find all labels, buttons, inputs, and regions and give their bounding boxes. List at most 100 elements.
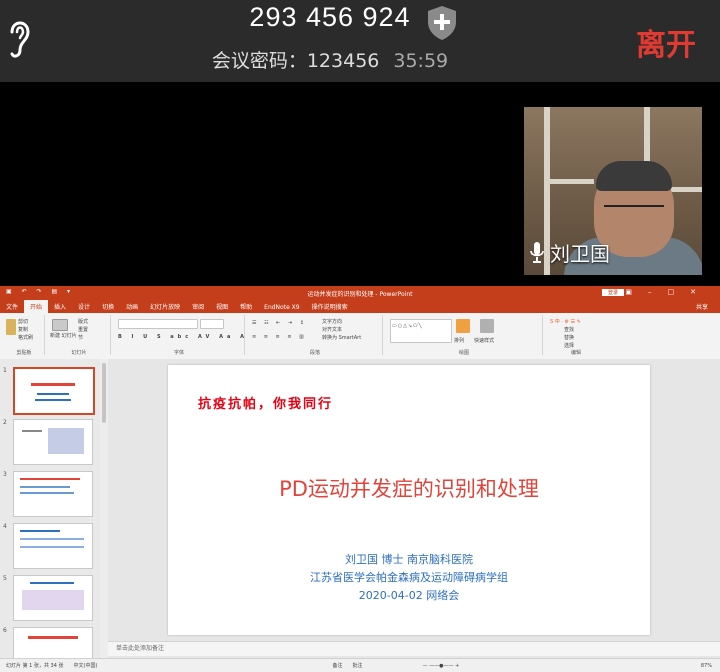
video-person-hair (596, 161, 672, 191)
meeting-timer: 35:59 (393, 50, 449, 72)
reset-button[interactable]: 重置 (78, 326, 88, 333)
copy-button[interactable]: 复制 (18, 326, 28, 333)
select-button[interactable]: 选择 (564, 342, 574, 349)
thumbnail-title-line (28, 636, 78, 639)
current-slide[interactable]: 抗疫抗帕，你我同行 PD运动并发症的识别和处理 刘卫国 博士 南京脑科医院 江苏… (168, 365, 650, 635)
slide-author-line: 刘卫国 博士 南京脑科医院 (345, 553, 473, 566)
tab-file[interactable]: 文件 (0, 300, 24, 313)
ppt-workarea: 1 2 3 4 5 6 抗疫抗帕，你我同行 PD运动并发症的识别和处理 刘卫国 … (0, 359, 720, 672)
thumbnail-number: 1 (3, 367, 7, 374)
thumbnail-title-line (30, 582, 74, 584)
quick-styles-icon[interactable] (480, 319, 494, 333)
thumbnail-number: 5 (3, 575, 7, 582)
video-shelf-board (544, 179, 594, 184)
group-label-clipboard: 剪贴板 (16, 350, 32, 356)
participant-video-tile[interactable]: 刘卫国 (524, 107, 702, 275)
paste-icon[interactable] (6, 319, 16, 335)
slide-slogan: 抗疫抗帕，你我同行 (198, 397, 334, 412)
ribbon-group-clipboard: 剪切 复制 格式刷 剪贴板 (4, 315, 45, 356)
tab-animations[interactable]: 动画 (120, 300, 144, 313)
microphone-icon (530, 241, 544, 263)
slide-title: PD运动并发症的识别和处理 (279, 477, 539, 501)
thumbnail-text-line (22, 430, 42, 432)
replace-button[interactable]: 替换 (564, 334, 574, 341)
list-buttons[interactable]: ☰ ☷ ⇤ ⇥ ↕ (252, 320, 307, 326)
ribbon-tabs: 文件 开始 插入 设计 切换 动画 幻灯片放映 审阅 视图 帮助 EndNote… (0, 300, 720, 313)
slide-thumbnail-pane: 1 2 3 4 5 6 (0, 359, 101, 672)
share-button[interactable]: 共享 (690, 300, 720, 313)
thumbnail-title-line (31, 383, 75, 386)
participant-name-tag: 刘卫国 (530, 238, 610, 267)
tell-me-search[interactable]: 操作说明搜索 (306, 300, 354, 313)
thumbnail-number: 4 (3, 523, 7, 530)
sogou-toolbar[interactable]: S 中 · ⚙ ☰ ✎ (550, 318, 581, 325)
meeting-password-row: 会议密码：123456 35:59 (0, 46, 660, 73)
section-button[interactable]: 节 (78, 334, 83, 341)
meeting-topbar: 293 456 924 会议密码：123456 35:59 离开 (0, 0, 720, 82)
tab-review[interactable]: 审阅 (186, 300, 210, 313)
tab-transitions[interactable]: 切换 (96, 300, 120, 313)
group-label-paragraph: 段落 (309, 350, 320, 356)
tab-home[interactable]: 开始 (24, 300, 49, 313)
notes-pane[interactable]: 单击此处添加备注 (108, 641, 720, 656)
shield-plus-icon[interactable] (425, 4, 459, 42)
group-label-editing: 编辑 (570, 350, 581, 356)
arrange-icon[interactable] (456, 319, 470, 333)
tab-view[interactable]: 视图 (210, 300, 234, 313)
font-size-select[interactable] (200, 319, 224, 329)
tab-insert[interactable]: 插入 (48, 300, 72, 313)
meeting-id-row: 293 456 924 (0, 2, 660, 33)
tab-endnote[interactable]: EndNote X9 (258, 302, 305, 313)
status-view-zoom[interactable]: 备注 批注 — ——●—— + 87% (333, 662, 712, 669)
powerpoint-window: ▣ ↶ ↷ ▤ ▾ 运动并发症的识别和处理 - PowerPoint 登录 ▣–… (0, 286, 720, 672)
group-label-slides: 幻灯片 (71, 350, 87, 356)
group-label-font: 字体 (173, 350, 184, 356)
arrange-button[interactable]: 排列 (454, 337, 464, 344)
format-painter-button[interactable]: 格式刷 (18, 334, 33, 341)
slide-thumbnail[interactable] (13, 575, 93, 621)
new-slide-icon[interactable] (52, 319, 68, 331)
ribbon-group-font: B I U S abc AV Aa A 字体 (114, 315, 248, 356)
group-label-drawing: 绘图 (458, 350, 469, 356)
thumbnail-text-line (20, 492, 74, 494)
tab-design[interactable]: 设计 (72, 300, 96, 313)
slide-thumbnail[interactable] (13, 523, 93, 569)
thumbnail-table-block (22, 590, 84, 610)
tab-help[interactable]: 帮助 (234, 300, 258, 313)
thumbnail-text-line (20, 546, 84, 548)
text-direction-button[interactable]: 文字方向 (322, 318, 342, 325)
video-person-glasses (604, 205, 664, 217)
cut-button[interactable]: 剪切 (18, 318, 28, 325)
layout-button[interactable]: 版式 (78, 318, 88, 325)
slide-thumbnail[interactable] (13, 419, 93, 465)
thumbnail-text-line (37, 393, 69, 395)
align-text-button[interactable]: 对齐文本 (322, 326, 342, 333)
tab-slideshow[interactable]: 幻灯片放映 (144, 300, 186, 313)
leave-button[interactable]: 离开 (636, 20, 696, 64)
thumbnail-number: 3 (3, 471, 7, 478)
slide-thumbnail[interactable] (13, 471, 93, 517)
meeting-password: 会议密码：123456 (211, 50, 380, 72)
window-controls[interactable]: ▣–□✕ (625, 288, 712, 296)
font-family-select[interactable] (118, 319, 198, 329)
scrollbar-thumb[interactable] (102, 363, 106, 423)
quick-styles-button[interactable]: 快速样式 (474, 337, 494, 344)
align-buttons[interactable]: ≡ ≡ ≡ ≡ ▥ (252, 334, 307, 340)
login-button[interactable]: 登录 (601, 289, 624, 296)
smartart-button[interactable]: 转换为 SmartArt (322, 334, 361, 341)
meeting-id: 293 456 924 (249, 2, 411, 32)
new-slide-button[interactable]: 新建 幻灯片 (50, 332, 77, 339)
ribbon-group-slides: 新建 幻灯片 版式 重置 节 幻灯片 (48, 315, 111, 356)
find-button[interactable]: 查找 (564, 326, 574, 333)
ppt-statusbar: 幻灯片 第 1 张，共 34 张 中文(中国) 备注 批注 — ——●—— + … (0, 658, 720, 672)
font-format-buttons[interactable]: B I U S abc AV Aa A (118, 334, 248, 340)
shapes-icons: ▭○△↘⬠╲ (392, 323, 423, 329)
thumbnail-chart-block (48, 428, 84, 454)
thumbnail-scrollbar[interactable] (100, 359, 108, 659)
ribbon: 剪切 复制 格式刷 剪贴板 新建 幻灯片 版式 重置 节 幻灯片 B I U S… (0, 313, 720, 360)
slide-thumbnail[interactable] (13, 367, 95, 415)
thumbnail-title-line (20, 478, 80, 480)
thumbnail-text-line (35, 399, 71, 401)
thumbnail-text-line (20, 538, 84, 540)
ribbon-group-drawing: ▭○△↘⬠╲ 排列 快速样式 绘图 (386, 315, 543, 356)
